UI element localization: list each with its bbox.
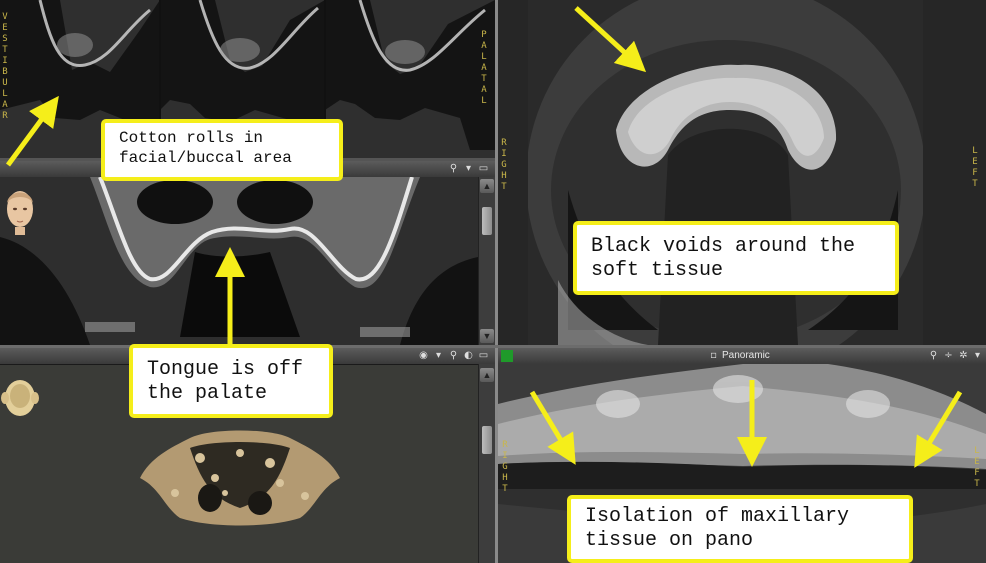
camera-icon: ▫ — [710, 350, 717, 361]
orientation-label-left: L E F T — [972, 146, 978, 189]
zoom-tool-icon[interactable]: ⚲ — [928, 350, 939, 361]
scroll-thumb[interactable] — [482, 207, 492, 235]
orientation-label-right: R I G H T — [501, 138, 507, 192]
eye-icon[interactable]: ◉ — [418, 350, 429, 361]
panoramic-title: Panoramic — [722, 350, 770, 361]
zoom-tool-icon[interactable]: ⚲ — [448, 350, 459, 361]
orientation-label-right: R I G H T — [502, 440, 508, 494]
coronal-scrollbar[interactable]: ▲ ▼ — [478, 177, 495, 345]
callout-cotton-rolls: Cotton rolls in facial/buccal area — [101, 119, 343, 181]
vertical-divider[interactable] — [495, 0, 498, 563]
zoom-tool-icon[interactable]: ⚲ — [448, 163, 459, 174]
coronal-ct-image — [0, 177, 478, 345]
head-orientation-icon[interactable] — [3, 185, 37, 237]
orientation-label-palatal: P A L A T A L — [481, 30, 487, 106]
panoramic-toolbar: Panoramic ▫ ⚲ ÷ ✲ ▾ — [498, 348, 986, 365]
scroll-thumb[interactable] — [482, 426, 492, 454]
3d-scrollbar[interactable]: ▲ — [478, 364, 495, 563]
dropdown-arrow-icon[interactable]: ▾ — [463, 163, 474, 174]
window-icon[interactable]: ▭ — [478, 163, 489, 174]
3d-maxilla-render — [140, 430, 340, 526]
coronal-view-pane[interactable]: ⚲ ▾ ▭ ▲ ▼ — [0, 161, 495, 345]
dropdown-arrow-icon[interactable]: ▾ — [972, 350, 983, 361]
callout-black-voids: Black voids around the soft tissue — [573, 221, 899, 295]
callout-tongue: Tongue is off the palate — [129, 344, 333, 418]
orientation-label-left: L E F T — [974, 446, 980, 489]
orientation-label-vestibular: V E S T I B U L A R — [2, 12, 8, 121]
window-icon[interactable]: ▭ — [478, 350, 489, 361]
scroll-down-button[interactable]: ▼ — [480, 329, 494, 343]
dropdown-arrow-icon[interactable]: ▾ — [433, 350, 444, 361]
toggle-icon[interactable]: ◐ — [463, 350, 474, 361]
settings-icon[interactable]: ✲ — [958, 350, 969, 361]
scroll-up-button[interactable]: ▲ — [480, 179, 494, 193]
skull-orientation-icon[interactable] — [0, 374, 40, 420]
split-icon[interactable]: ÷ — [943, 350, 954, 361]
scroll-up-button[interactable]: ▲ — [480, 368, 494, 382]
callout-isolation: Isolation of maxillary tissue on pano — [567, 495, 913, 563]
status-indicator — [501, 350, 513, 362]
